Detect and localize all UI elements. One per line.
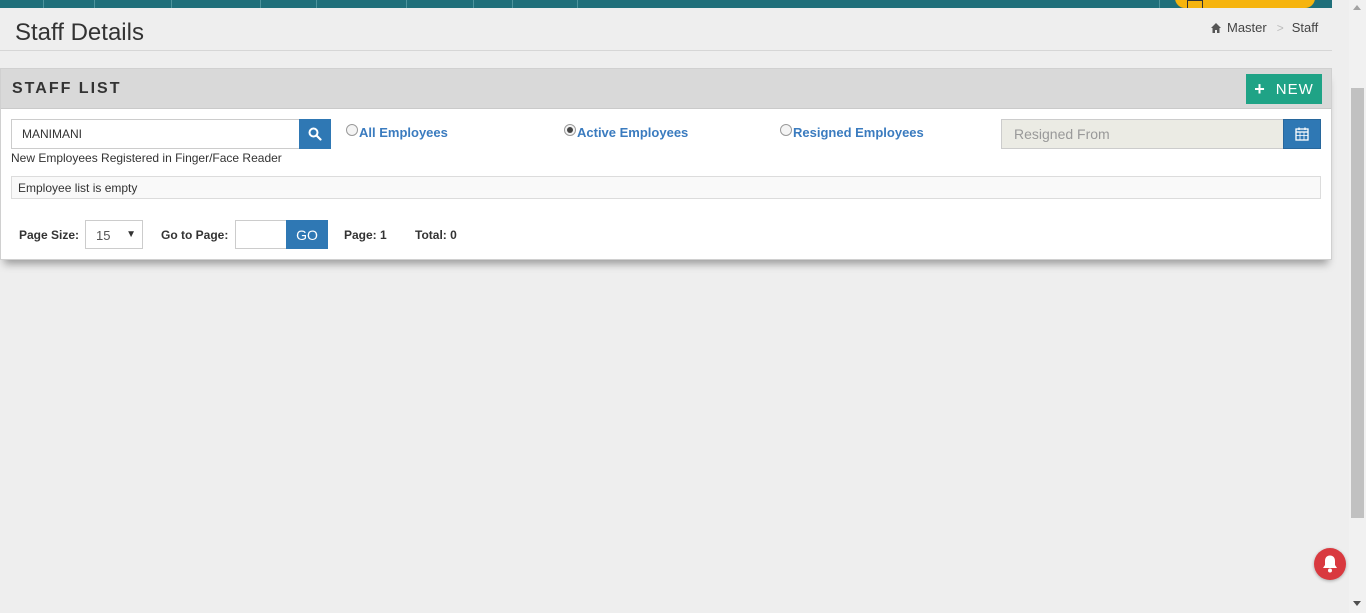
scrollbar-thumb[interactable] (1351, 88, 1364, 518)
calendar-icon (1295, 127, 1309, 141)
notification-bell-button[interactable] (1314, 548, 1346, 580)
radio-all-employees[interactable] (346, 124, 358, 136)
nav-divider (260, 0, 261, 8)
header-divider (0, 50, 1332, 51)
goto-page-input[interactable] (235, 220, 287, 249)
nav-divider (577, 0, 578, 8)
new-staff-button[interactable]: + NEW (1246, 74, 1322, 104)
nav-divider (512, 0, 513, 8)
total-count-text: Total: 0 (415, 228, 457, 242)
scroll-down-arrow-icon[interactable] (1353, 601, 1361, 606)
empty-list-message: Employee list is empty (11, 176, 1321, 199)
breadcrumb: Master > Staff (1210, 20, 1318, 35)
breadcrumb-current: Staff (1291, 20, 1319, 35)
search-button[interactable] (299, 119, 331, 149)
nav-divider (316, 0, 317, 8)
nav-divider (1159, 0, 1160, 8)
user-menu-button[interactable] (1175, 0, 1315, 8)
user-menu-icon (1187, 0, 1203, 8)
filter-resigned-employees[interactable]: Resigned Employees (780, 123, 924, 140)
nav-divider (473, 0, 474, 8)
page-size-value: 15 (96, 228, 111, 243)
filter-resigned-label: Resigned Employees (793, 125, 924, 140)
dropdown-caret-icon: ▼ (126, 229, 136, 240)
page-title: Staff Details (15, 19, 144, 46)
staff-list-panel: STAFF LIST + NEW New Employees Registere… (0, 68, 1332, 260)
go-button[interactable]: GO (286, 220, 328, 249)
filter-active-label: Active Employees (577, 125, 689, 140)
page-size-select[interactable]: 15 ▼ (85, 220, 143, 249)
filter-all-label: All Employees (359, 125, 448, 140)
radio-active-employees[interactable] (564, 124, 576, 136)
pagination-bar: Page Size: 15 ▼ Go to Page: GO Page: 1 T… (1, 219, 601, 249)
nav-divider (43, 0, 44, 8)
radio-resigned-employees[interactable] (780, 124, 792, 136)
bell-icon (1323, 555, 1337, 573)
search-input[interactable] (11, 119, 301, 149)
filter-all-employees[interactable]: All Employees (346, 123, 448, 140)
search-icon (308, 127, 322, 141)
scroll-up-arrow-icon[interactable] (1353, 5, 1361, 10)
breadcrumb-master-link[interactable]: Master (1227, 20, 1267, 35)
panel-header: STAFF LIST + NEW (1, 69, 1331, 109)
plus-icon: + (1254, 79, 1266, 99)
panel-title: STAFF LIST (12, 80, 122, 97)
breadcrumb-separator-icon: > (1276, 20, 1284, 35)
top-nav-bar (0, 0, 1332, 8)
home-icon (1211, 22, 1221, 33)
current-page-text: Page: 1 (344, 228, 387, 242)
nav-divider (94, 0, 95, 8)
goto-page-label: Go to Page: (161, 228, 229, 242)
resigned-from-input[interactable] (1001, 119, 1284, 149)
vertical-scrollbar[interactable] (1349, 0, 1366, 613)
page-size-label: Page Size: (19, 228, 80, 242)
nav-divider (171, 0, 172, 8)
filter-active-employees[interactable]: Active Employees (564, 123, 688, 140)
registered-in-reader-link[interactable]: New Employees Registered in Finger/Face … (11, 151, 282, 165)
calendar-button[interactable] (1283, 119, 1321, 149)
new-button-label: NEW (1275, 80, 1314, 98)
nav-divider (406, 0, 407, 8)
